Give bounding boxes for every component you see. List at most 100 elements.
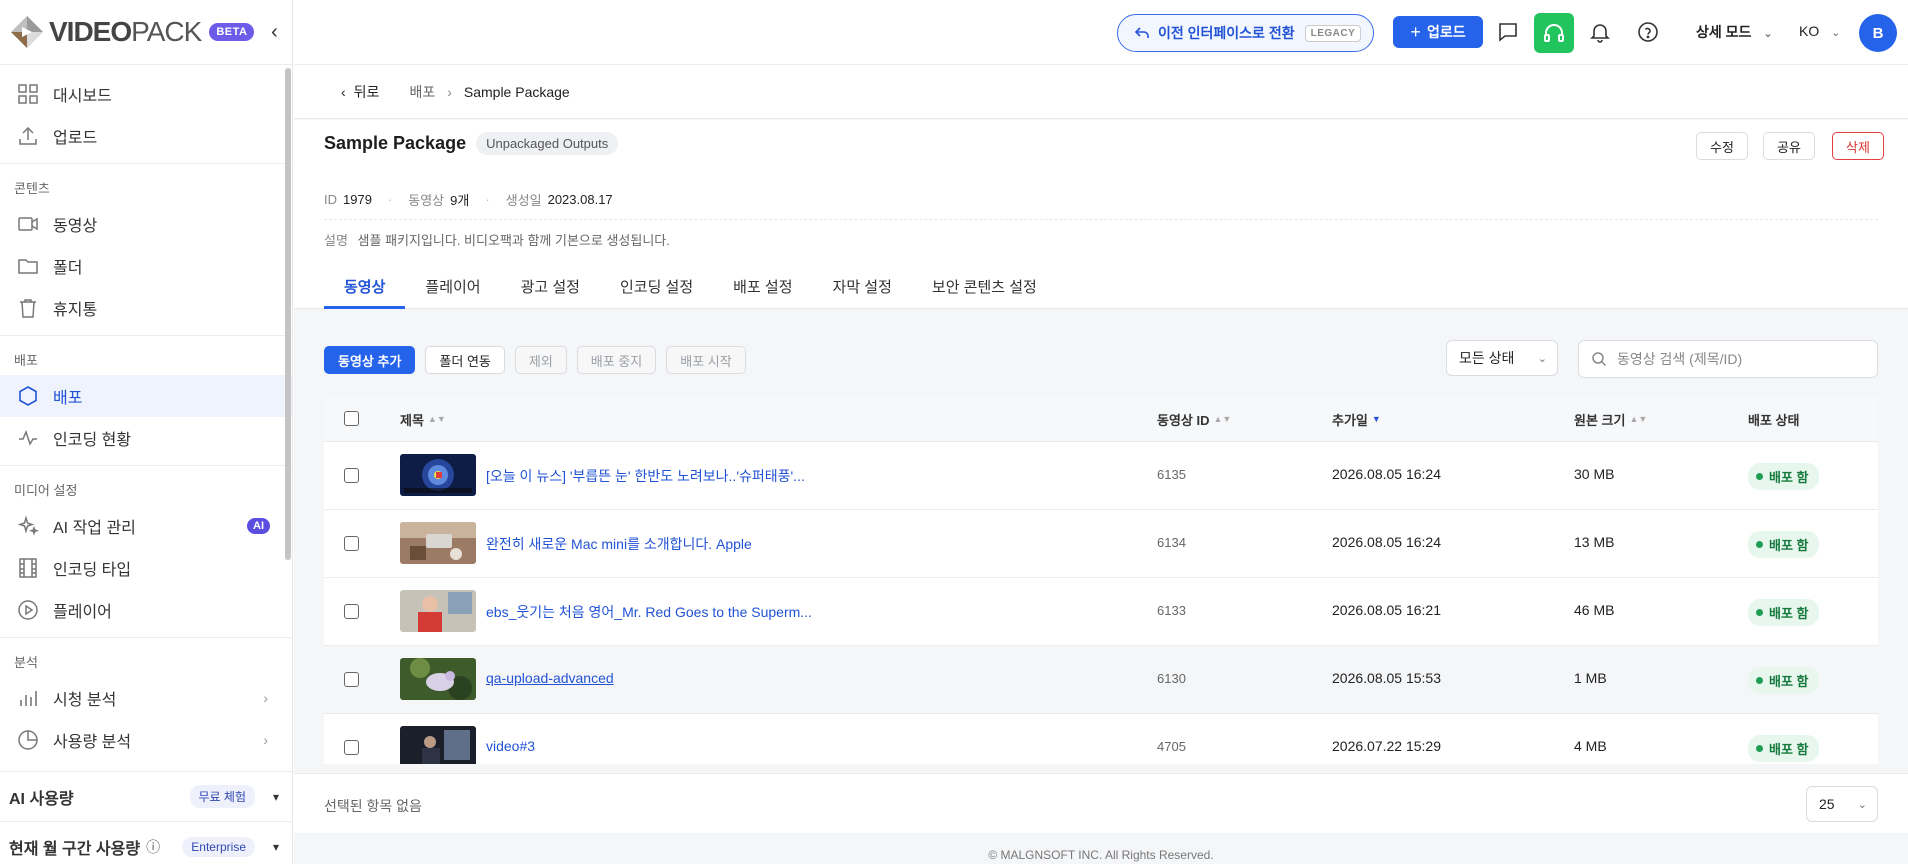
sidebar-item-trash[interactable]: 휴지통: [0, 287, 292, 329]
sidebar-item-dashboard[interactable]: 대시보드: [0, 73, 292, 115]
language-select[interactable]: KO ⌄: [1799, 23, 1840, 39]
video-title-link[interactable]: video#3: [486, 738, 535, 754]
sidebar-item-upload[interactable]: 업로드: [0, 115, 292, 157]
start-distribution-button[interactable]: 배포 시작: [666, 346, 746, 374]
status-badge: 배포 함: [1748, 599, 1819, 626]
meta-created-label: 생성일: [505, 193, 542, 208]
table-row[interactable]: ebs_웃기는 처음 영어_Mr. Red Goes to the Superm…: [324, 578, 1878, 646]
add-video-button[interactable]: 동영상 추가: [324, 346, 416, 374]
added-date: 2026.08.05 15:53: [1332, 670, 1441, 686]
tab-distribution-settings[interactable]: 배포 설정: [713, 266, 812, 309]
edit-button[interactable]: 수정: [1696, 132, 1748, 160]
row-checkbox[interactable]: [344, 740, 359, 755]
view-mode-select[interactable]: 상세 모드 ⌄: [1696, 22, 1773, 42]
page-title: Sample Package: [324, 133, 467, 153]
sidebar-item-encoding-types[interactable]: 인코딩 타입: [0, 547, 292, 589]
column-added-date[interactable]: 추가일 ▼: [1332, 410, 1381, 429]
meta-id-value: 1979: [343, 192, 372, 207]
row-checkbox[interactable]: [344, 672, 359, 687]
column-original-size[interactable]: 원본 크기 ▲▼: [1574, 410, 1647, 429]
video-title-link[interactable]: 완전히 새로운 Mac mini를 소개합니다. Apple: [486, 534, 752, 554]
sidebar-item-videos[interactable]: 동영상: [0, 203, 292, 245]
monthly-usage-row[interactable]: 현재 월 구간 사용량 ⓘ Enterprise ▾: [0, 821, 292, 864]
page-size-select[interactable]: 25 ⌄: [1806, 786, 1878, 822]
back-link[interactable]: ‹ 뒤로: [341, 82, 379, 102]
breadcrumb-parent[interactable]: 배포: [409, 82, 435, 102]
info-icon: ⓘ: [146, 838, 161, 855]
table-row[interactable]: qa-upload-advanced 6130 2026.08.05 15:53…: [324, 646, 1878, 714]
original-size: 1 MB: [1574, 670, 1607, 686]
sort-icon: ▲▼: [427, 414, 446, 424]
sidebar-item-encoding-status[interactable]: 인코딩 현황: [0, 417, 292, 459]
video-title-link[interactable]: [오늘 이 뉴스] '부릅뜬 눈' 한반도 노려보나..'슈퍼태풍'...: [486, 466, 805, 486]
sidebar-item-folders[interactable]: 폴더: [0, 245, 292, 287]
notifications-button[interactable]: [1586, 18, 1614, 46]
status-filter-select[interactable]: 모든 상태 ⌄: [1446, 340, 1558, 376]
sidebar-item-label: 대시보드: [53, 88, 112, 105]
delete-button[interactable]: 삭제: [1832, 132, 1884, 160]
row-checkbox[interactable]: [344, 468, 359, 483]
page-size-value: 25: [1819, 796, 1835, 812]
row-checkbox[interactable]: [344, 536, 359, 551]
table-row[interactable]: 완전히 새로운 Mac mini를 소개합니다. Apple 6134 2026…: [324, 510, 1878, 578]
stop-distribution-button[interactable]: 배포 중지: [576, 346, 657, 374]
sidebar-item-label: 플레이어: [53, 604, 112, 621]
share-button[interactable]: 공유: [1763, 132, 1815, 160]
sidebar-item-ai-jobs[interactable]: AI 작업 관리 AI: [0, 505, 292, 547]
video-id: 6133: [1157, 603, 1186, 618]
description-label: 설명: [324, 233, 348, 248]
tab-secure-content-settings[interactable]: 보안 콘텐츠 설정: [912, 266, 1057, 309]
topbar: 이전 인터페이스로 전환 LEGACY + 업로드 상세 모드 ⌄ KO ⌄ B: [294, 0, 1908, 65]
sidebar-item-usage-analytics[interactable]: 사용량 분석 ›: [0, 719, 292, 761]
tab-subtitle-settings[interactable]: 자막 설정: [813, 266, 912, 309]
section-title-analytics: 분석: [14, 655, 38, 670]
sidebar-item-distribution[interactable]: 배포: [0, 375, 292, 417]
tab-ad-settings[interactable]: 광고 설정: [501, 266, 600, 309]
tab-player[interactable]: 플레이어: [405, 266, 500, 309]
column-video-id[interactable]: 동영상 ID ▲▼: [1157, 410, 1231, 429]
chevron-down-icon: ▾: [272, 789, 279, 804]
headset-icon: [1544, 24, 1564, 42]
monthly-usage-label: 현재 월 구간 사용량: [9, 840, 141, 858]
table-row[interactable]: [오늘 이 뉴스] '부릅뜬 눈' 한반도 노려보나..'슈퍼태풍'... 61…: [324, 442, 1878, 510]
user-avatar[interactable]: B: [1859, 14, 1897, 52]
package-tabs: 동영상 플레이어 광고 설정 인코딩 설정 배포 설정 자막 설정 보안 콘텐츠…: [324, 266, 1057, 309]
chat-button[interactable]: [1494, 18, 1522, 46]
select-all-checkbox[interactable]: [344, 411, 359, 426]
sidebar-item-label: 업로드: [53, 130, 98, 147]
search-input[interactable]: [1617, 351, 1857, 367]
sidebar-scrollbar[interactable]: [285, 68, 291, 560]
exclude-button[interactable]: 제외: [514, 346, 567, 374]
video-title-link[interactable]: qa-upload-advanced: [486, 670, 614, 686]
row-checkbox[interactable]: [344, 604, 359, 619]
table-row[interactable]: video#3 4705 2026.07.22 15:29 4 MB 배포 함: [324, 714, 1878, 764]
plus-icon: +: [1410, 21, 1421, 42]
sidebar-item-label: 시청 분석: [53, 692, 117, 709]
tab-videos[interactable]: 동영상: [324, 266, 406, 309]
upload-button[interactable]: + 업로드: [1393, 16, 1483, 48]
language-label: KO: [1799, 23, 1820, 39]
sidebar-nav: 대시보드 업로드 콘텐츠 동영상 폴더 휴지통 배포 배포 인코딩 현황 미디어…: [0, 65, 292, 761]
legacy-interface-button[interactable]: 이전 인터페이스로 전환 LEGACY: [1117, 14, 1374, 52]
help-button[interactable]: [1634, 18, 1662, 46]
status-dot: [1756, 677, 1763, 684]
tab-encoding-settings[interactable]: 인코딩 설정: [600, 266, 713, 309]
support-button[interactable]: [1534, 13, 1574, 53]
sidebar-item-view-analytics[interactable]: 시청 분석 ›: [0, 677, 292, 719]
description-value: 샘플 패키지입니다. 비디오팩과 함께 기본으로 생성됩니다.: [357, 233, 670, 248]
sidebar-collapse-button[interactable]: ‹: [264, 21, 284, 43]
chevron-right-icon: ›: [263, 690, 268, 706]
chevron-down-icon: ⌄: [1831, 27, 1841, 39]
ai-usage-row[interactable]: AI 사용량 무료 체험 ▾: [0, 771, 292, 821]
column-title[interactable]: 제목 ▲▼: [400, 410, 446, 429]
video-thumbnail: [400, 590, 476, 632]
video-title-link[interactable]: ebs_웃기는 처음 영어_Mr. Red Goes to the Superm…: [486, 602, 812, 622]
chevron-left-icon: ‹: [341, 84, 346, 100]
meta-row: ID 1979 · 동영상 9개 · 생성일 2023.08.17: [324, 180, 1878, 220]
table-footer: 선택된 항목 없음 25 ⌄: [294, 773, 1908, 833]
sidebar-item-player[interactable]: 플레이어: [0, 589, 292, 631]
ai-badge: AI: [247, 518, 270, 534]
link-folder-button[interactable]: 폴더 연동: [425, 346, 505, 374]
upload-icon: [19, 126, 37, 145]
meta-separator: ·: [387, 192, 393, 207]
